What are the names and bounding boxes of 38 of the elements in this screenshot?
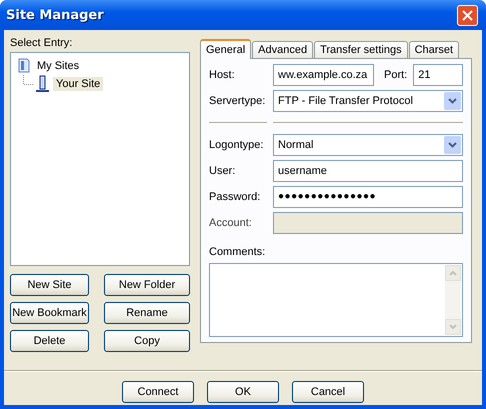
comments-label: Comments: (209, 246, 266, 258)
dialog-button[interactable]: Connect (122, 381, 194, 403)
close-button[interactable] (457, 4, 478, 26)
close-icon (462, 10, 473, 20)
account-label: Account: (209, 216, 253, 229)
tree-item[interactable]: Your Site (53, 77, 104, 91)
tab[interactable]: Transfer settings (314, 41, 408, 58)
computer-icon (34, 75, 50, 93)
entry-button[interactable]: Delete (10, 330, 89, 352)
user-label: User: (209, 164, 236, 177)
host-label: Host: (209, 69, 236, 81)
password-label: Password: (209, 190, 262, 203)
port-label: Port: (384, 69, 408, 81)
logontype-dropdown[interactable]: Normal (273, 134, 463, 156)
logontype-label: Logontype: (209, 138, 264, 151)
comments-field[interactable] (209, 263, 463, 337)
tab[interactable]: General (200, 39, 252, 59)
servertype-dropdown[interactable]: FTP - File Transfer Protocol (273, 90, 463, 112)
user-field[interactable]: username (273, 160, 463, 182)
dialog-button[interactable]: OK (207, 381, 279, 403)
scroll-down-icon[interactable] (449, 324, 457, 330)
entry-button[interactable]: Rename (104, 302, 190, 324)
select-entry-label: Select Entry: (10, 37, 72, 49)
host-field[interactable]: ww.example.co.za (273, 64, 374, 86)
window-title: Site Manager (6, 8, 104, 22)
dialog-button[interactable]: Cancel (292, 381, 364, 403)
servertype-label: Servertype: (209, 95, 266, 107)
entry-button[interactable]: New Folder (104, 274, 190, 296)
tab[interactable]: Charset (408, 41, 460, 58)
tree-item[interactable]: My Sites (34, 59, 82, 73)
entry-button[interactable]: New Site (10, 274, 89, 296)
port-field[interactable]: 21 (413, 64, 463, 86)
scroll-up-icon[interactable] (449, 270, 457, 276)
password-field[interactable]: ●●●●●●●●●●●●●●● (273, 186, 463, 208)
tab[interactable]: Advanced (252, 41, 314, 58)
entry-button[interactable]: Copy (104, 330, 190, 352)
entry-button[interactable]: New Bookmark (10, 302, 89, 324)
folder-icon (17, 57, 31, 75)
